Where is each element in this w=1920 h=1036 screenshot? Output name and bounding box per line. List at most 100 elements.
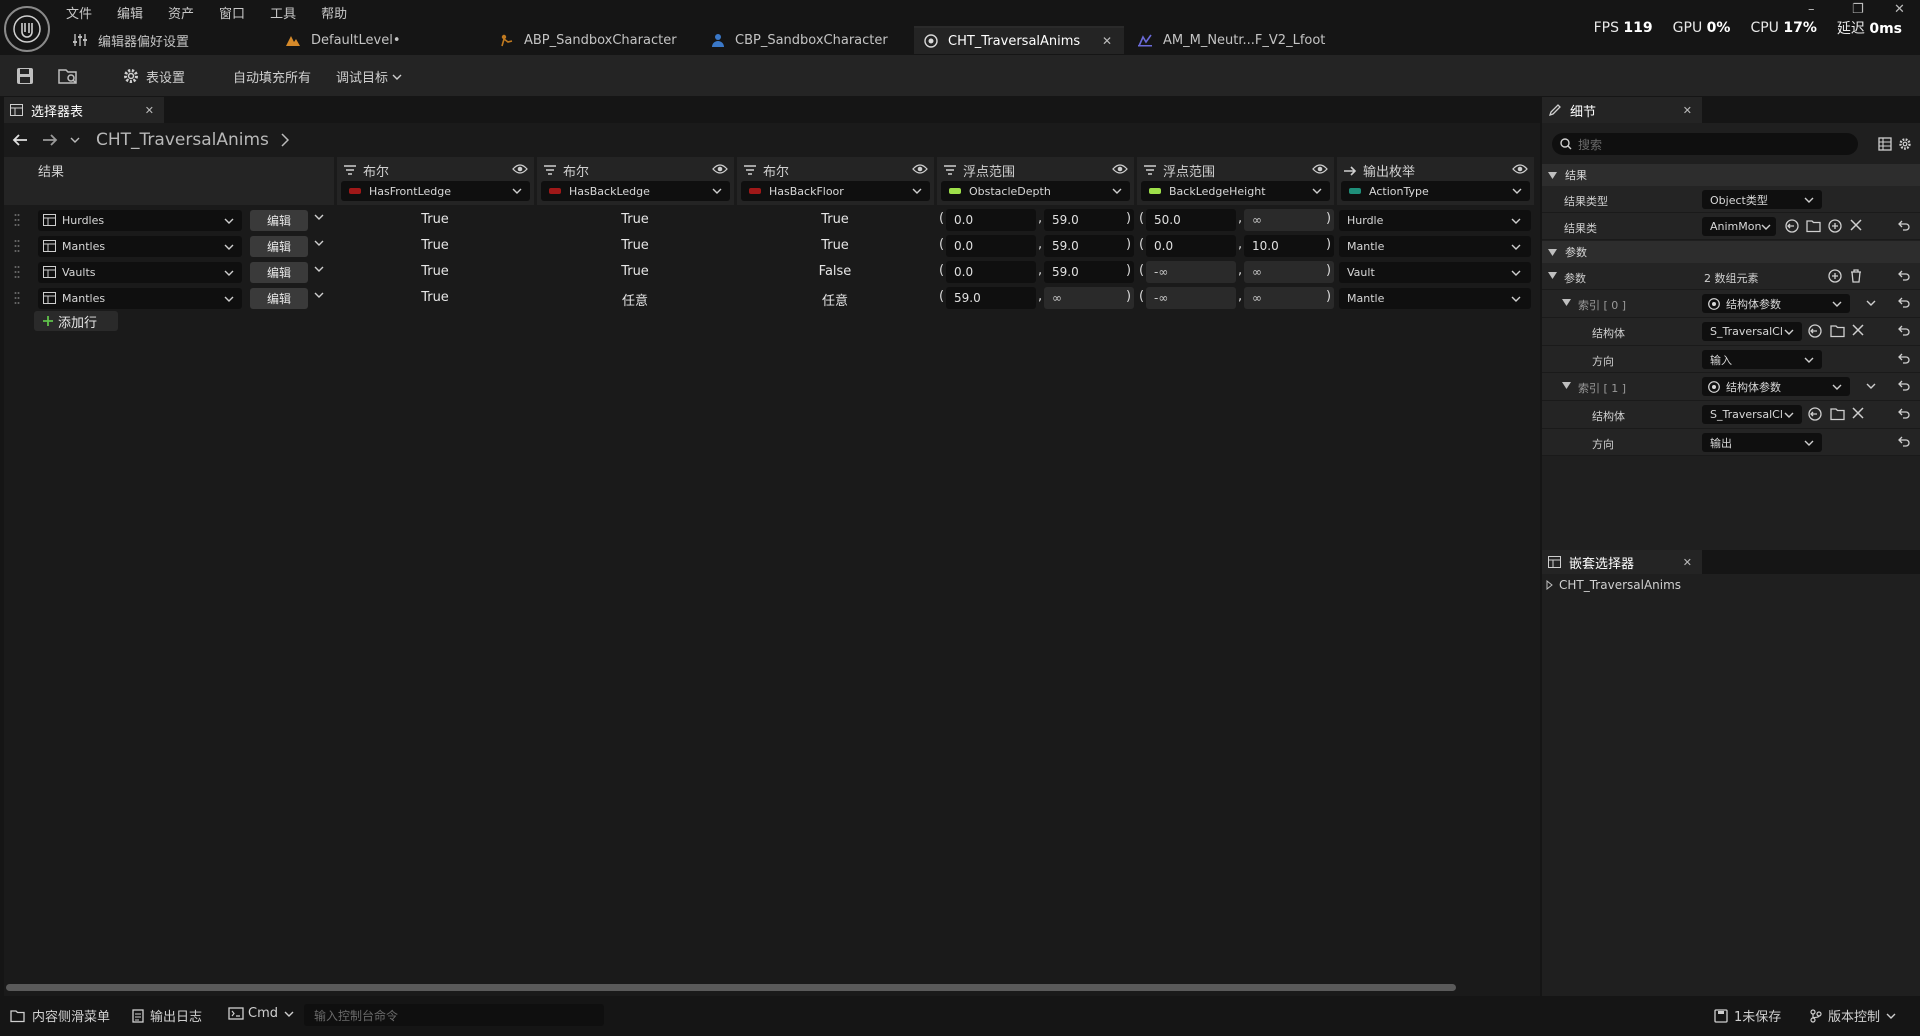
tab-abp-sandbox-character[interactable]: ABP_SandboxCharacter	[488, 26, 698, 54]
column-title[interactable]: 布尔	[743, 161, 789, 180]
browse-folder-icon[interactable]	[1806, 219, 1821, 233]
obstacle-depth-min-input[interactable]: 59.0	[946, 287, 1036, 309]
add-element-icon[interactable]	[1828, 269, 1842, 283]
has-back-ledge-value[interactable]: True	[595, 264, 675, 279]
settings-gear-icon[interactable]	[1898, 137, 1912, 151]
obstacle-depth-max-input[interactable]: 59.0	[1044, 209, 1134, 231]
reset-arrow-icon[interactable]	[1898, 379, 1910, 391]
breadcrumb-chevron-icon[interactable]	[281, 133, 289, 147]
back-ledge-height-max-input[interactable]: 10.0	[1244, 235, 1334, 257]
has-back-floor-value[interactable]: False	[795, 264, 875, 279]
browse-icon[interactable]	[58, 67, 78, 85]
table-settings-button[interactable]: 表设置	[122, 65, 185, 87]
use-selected-icon[interactable]	[1808, 324, 1822, 338]
action-type-selector[interactable]: Vault	[1339, 262, 1531, 283]
eye-icon[interactable]	[1112, 163, 1128, 175]
has-front-ledge-value[interactable]: True	[395, 290, 475, 305]
has-front-ledge-value[interactable]: True	[395, 238, 475, 253]
save-icon[interactable]	[16, 67, 34, 85]
result-selector[interactable]: Mantles	[38, 236, 242, 257]
action-type-selector[interactable]: Mantle	[1339, 288, 1531, 309]
edit-button[interactable]: 编辑	[250, 262, 308, 283]
add-row-button[interactable]: 添加行	[34, 311, 118, 331]
content-drawer-button[interactable]: 内容侧滑菜单	[10, 1006, 110, 1025]
column-title[interactable]: 浮点范围	[1143, 161, 1215, 180]
back-ledge-height-max-input[interactable]: ∞	[1244, 261, 1334, 283]
column-title[interactable]: 布尔	[343, 161, 389, 180]
close-icon[interactable]: ✕	[1683, 104, 1692, 117]
obstacle-depth-min-input[interactable]: 0.0	[946, 261, 1036, 283]
window-close-icon[interactable]: ✕	[1894, 2, 1905, 17]
reset-arrow-icon[interactable]	[1898, 296, 1910, 308]
autofill-all-button[interactable]: 自动填充所有	[233, 67, 311, 86]
tree-item[interactable]: CHT_TraversalAnims	[1546, 576, 1681, 594]
edit-button[interactable]: 编辑	[250, 236, 308, 257]
collapse-arrow-icon[interactable]	[1562, 382, 1571, 389]
debug-target-dropdown[interactable]: 调试目标	[336, 67, 402, 86]
back-ledge-height-max-input[interactable]: ∞	[1244, 287, 1334, 309]
element-options-chevron-icon[interactable]	[1866, 299, 1876, 307]
result-selector[interactable]: Hurdles	[38, 210, 242, 231]
row-options-chevron-icon[interactable]	[314, 213, 324, 221]
clear-icon[interactable]	[1850, 219, 1862, 231]
tab-anim-montage[interactable]: AM_M_Neutr...F_V2_Lfoot	[1127, 26, 1357, 54]
restore-icon[interactable]: ❐	[1852, 2, 1864, 17]
horizontal-scrollbar[interactable]	[6, 984, 1456, 991]
drag-handle-icon[interactable]	[14, 265, 20, 279]
section-parameters[interactable]: 参数	[1542, 241, 1920, 263]
menu-help[interactable]: 帮助	[321, 3, 347, 22]
drag-handle-icon[interactable]	[14, 291, 20, 305]
result-class-dropdown[interactable]: AnimMon	[1702, 217, 1776, 236]
breadcrumb-asset-name[interactable]: CHT_TraversalAnims	[96, 130, 269, 150]
tab-cht-traversal-anims[interactable]: CHT_TraversalAnims ✕	[914, 26, 1124, 54]
obstacle-depth-max-input[interactable]: ∞	[1044, 287, 1134, 309]
drag-handle-icon[interactable]	[14, 213, 20, 227]
menu-tools[interactable]: 工具	[270, 3, 296, 22]
tab-chooser-table[interactable]: 选择器表 ✕	[4, 97, 164, 123]
index-0-type-dropdown[interactable]: 结构体参数	[1702, 294, 1850, 313]
reset-arrow-icon[interactable]	[1898, 219, 1910, 231]
tab-editor-preferences[interactable]: 编辑器偏好设置	[62, 26, 272, 54]
use-selected-icon[interactable]	[1785, 219, 1799, 233]
history-chevron-icon[interactable]	[70, 136, 80, 144]
tab-nested-choosers[interactable]: 嵌套选择器 ✕	[1542, 550, 1702, 574]
column-input-selector[interactable]: ObstacleDepth	[941, 181, 1130, 201]
result-type-dropdown[interactable]: Object类型	[1702, 190, 1822, 209]
row-options-chevron-icon[interactable]	[314, 239, 324, 247]
back-ledge-height-min-input[interactable]: -∞	[1146, 261, 1236, 283]
obstacle-depth-max-input[interactable]: 59.0	[1044, 235, 1134, 257]
has-back-ledge-value[interactable]: 任意	[595, 290, 675, 309]
close-icon[interactable]: ✕	[1102, 34, 1112, 48]
column-input-selector[interactable]: HasBackLedge	[541, 181, 730, 201]
expand-arrow-icon[interactable]	[1546, 580, 1553, 590]
section-result[interactable]: 结果	[1542, 164, 1920, 186]
has-front-ledge-value[interactable]: True	[395, 212, 475, 227]
result-selector[interactable]: Mantles	[38, 288, 242, 309]
tab-cbp-sandbox-character[interactable]: CBP_SandboxCharacter	[701, 26, 911, 54]
eye-icon[interactable]	[512, 163, 528, 175]
obstacle-depth-min-input[interactable]: 0.0	[946, 235, 1036, 257]
tab-default-level[interactable]: DefaultLevel•	[275, 26, 485, 54]
has-back-ledge-value[interactable]: True	[595, 238, 675, 253]
edit-button[interactable]: 编辑	[250, 210, 308, 231]
eye-icon[interactable]	[712, 163, 728, 175]
menu-file[interactable]: 文件	[66, 3, 92, 22]
cmd-dropdown[interactable]: Cmd	[228, 1006, 294, 1021]
browse-folder-icon[interactable]	[1830, 324, 1845, 338]
trash-icon[interactable]	[1850, 269, 1862, 283]
struct-1-dropdown[interactable]: S_TraversalCl	[1702, 405, 1802, 424]
row-options-chevron-icon[interactable]	[314, 291, 324, 299]
close-icon[interactable]: ✕	[1683, 556, 1692, 569]
obstacle-depth-min-input[interactable]: 0.0	[946, 209, 1036, 231]
use-selected-icon[interactable]	[1808, 407, 1822, 421]
reset-arrow-icon[interactable]	[1898, 324, 1910, 336]
column-output-selector[interactable]: ActionType	[1341, 181, 1530, 201]
action-type-selector[interactable]: Mantle	[1339, 236, 1531, 257]
clear-icon[interactable]	[1852, 407, 1864, 419]
has-front-ledge-value[interactable]: True	[395, 264, 475, 279]
column-input-selector[interactable]: BackLedgeHeight	[1141, 181, 1330, 201]
index-1-type-dropdown[interactable]: 结构体参数	[1702, 377, 1850, 396]
reset-arrow-icon[interactable]	[1898, 269, 1910, 281]
console-command-input[interactable]: 输入控制台命令	[304, 1004, 604, 1026]
back-ledge-height-min-input[interactable]: 50.0	[1146, 209, 1236, 231]
